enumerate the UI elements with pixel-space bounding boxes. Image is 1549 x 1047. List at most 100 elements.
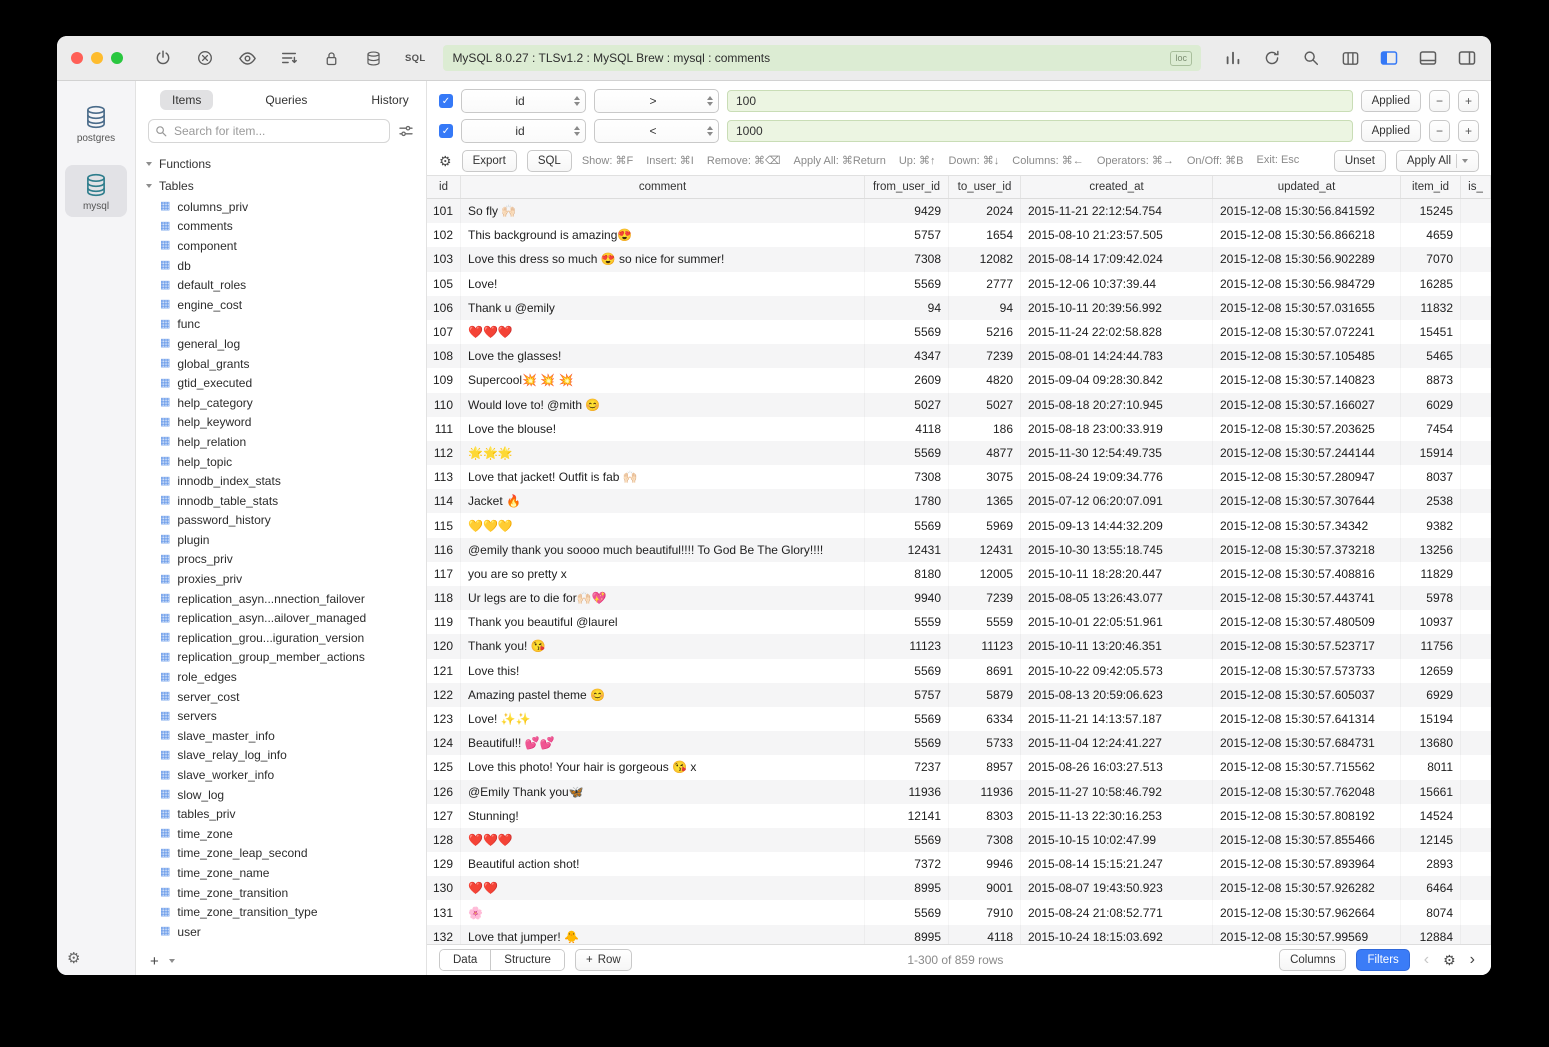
table-row[interactable]: 112🌟🌟🌟556948772015-11-30 12:54:49.735201… (427, 441, 1491, 465)
table-item[interactable]: ▦slave_worker_info (136, 765, 426, 785)
toggle-bottom-panel-icon[interactable] (1418, 48, 1438, 68)
zoom-button[interactable] (111, 52, 123, 64)
table-item[interactable]: ▦time_zone_leap_second (136, 844, 426, 864)
column-view-icon[interactable] (1340, 48, 1360, 68)
settings-gear-icon[interactable]: ⚙ (67, 949, 80, 967)
table-row[interactable]: 124Beautiful!! 💕💕556957332015-11-04 12:2… (427, 731, 1491, 755)
table-item[interactable]: ▦replication_grou...iguration_version (136, 628, 426, 648)
table-item[interactable]: ▦user (136, 922, 426, 942)
table-row[interactable]: 113Love that jacket! Outfit is fab 🙌🏻730… (427, 465, 1491, 489)
functions-section[interactable]: Functions (136, 153, 426, 175)
search-icon[interactable] (1301, 48, 1321, 68)
structure-view-button[interactable]: Structure (490, 950, 564, 970)
table-item[interactable]: ▦time_zone_name (136, 863, 426, 883)
table-item[interactable]: ▦gtid_executed (136, 373, 426, 393)
table-item[interactable]: ▦time_zone (136, 824, 426, 844)
table-row[interactable]: 117you are so pretty x8180120052015-10-1… (427, 562, 1491, 586)
connect-icon[interactable] (153, 48, 173, 68)
log-list-icon[interactable] (279, 48, 299, 68)
sql-preview-button[interactable]: SQL (527, 150, 572, 172)
table-row[interactable]: 105Love!556927772015-12-06 10:37:39.4420… (427, 272, 1491, 296)
sql-editor-icon[interactable]: SQL (405, 48, 425, 68)
table-row[interactable]: 131🌸556979102015-08-24 21:08:52.7712015-… (427, 900, 1491, 924)
add-item-button[interactable]: + (150, 954, 159, 969)
column-header-id[interactable]: id (427, 176, 461, 198)
filter-value-input[interactable] (727, 120, 1353, 142)
filter-applied-button[interactable]: Applied (1361, 90, 1421, 112)
table-row[interactable]: 107❤️❤️❤️556952162015-11-24 22:02:58.828… (427, 320, 1491, 344)
table-row[interactable]: 121Love this!556986912015-10-22 09:42:05… (427, 659, 1491, 683)
table-row[interactable]: 115💛💛💛556959692015-09-13 14:44:32.209201… (427, 513, 1491, 537)
table-item[interactable]: ▦servers (136, 706, 426, 726)
disconnect-icon[interactable] (195, 48, 215, 68)
table-item[interactable]: ▦help_relation (136, 432, 426, 452)
tables-section[interactable]: Tables (136, 175, 426, 197)
next-page-icon[interactable]: › (1466, 952, 1479, 968)
filter-operator-select[interactable]: < (594, 119, 719, 143)
table-item[interactable]: ▦func (136, 315, 426, 335)
filters-button[interactable]: Filters (1356, 949, 1409, 971)
table-item[interactable]: ▦server_cost (136, 687, 426, 707)
table-item[interactable]: ▦slow_log (136, 785, 426, 805)
export-button[interactable]: Export (462, 150, 517, 172)
table-row[interactable]: 116@emily thank you soooo much beautiful… (427, 538, 1491, 562)
toggle-right-sidebar-icon[interactable] (1457, 48, 1477, 68)
table-item[interactable]: ▦db (136, 256, 426, 276)
column-header-to_user_id[interactable]: to_user_id (949, 176, 1021, 198)
refresh-icon[interactable] (1262, 48, 1282, 68)
toggle-left-sidebar-icon[interactable] (1379, 48, 1399, 68)
filter-remove-button[interactable]: − (1429, 120, 1450, 142)
table-item[interactable]: ▦engine_cost (136, 295, 426, 315)
table-row[interactable]: 114Jacket 🔥178013652015-07-12 06:20:07.0… (427, 489, 1491, 513)
column-header-is_[interactable]: is_ (1461, 176, 1491, 198)
lock-icon[interactable] (321, 48, 341, 68)
table-row[interactable]: 102This background is amazing😍5757165420… (427, 223, 1491, 247)
filter-checkbox[interactable]: ✓ (439, 124, 453, 138)
table-row[interactable]: 122Amazing pastel theme 😊575758792015-08… (427, 683, 1491, 707)
table-item[interactable]: ▦general_log (136, 334, 426, 354)
filter-remove-button[interactable]: − (1429, 90, 1450, 112)
column-header-from_user_id[interactable]: from_user_id (865, 176, 949, 198)
table-row[interactable]: 127Stunning!1214183032015-11-13 22:30:16… (427, 804, 1491, 828)
add-row-button[interactable]: + Row (575, 949, 632, 971)
filter-add-button[interactable]: + (1458, 90, 1479, 112)
table-item[interactable]: ▦help_topic (136, 452, 426, 472)
chart-icon[interactable] (1223, 48, 1243, 68)
close-button[interactable] (71, 52, 83, 64)
filter-settings-icon[interactable]: ⚙ (439, 154, 452, 168)
filter-field-select[interactable]: id (461, 119, 586, 143)
table-row[interactable]: 120Thank you! 😘11123111232015-10-11 13:2… (427, 634, 1491, 658)
table-row[interactable]: 106Thank u @emily94942015-10-11 20:39:56… (427, 296, 1491, 320)
tab-queries[interactable]: Queries (253, 90, 319, 110)
unset-button[interactable]: Unset (1334, 150, 1386, 172)
table-item[interactable]: ▦component (136, 236, 426, 256)
table-row[interactable]: 128❤️❤️❤️556973082015-10-15 10:02:47.992… (427, 828, 1491, 852)
table-item[interactable]: ▦slave_master_info (136, 726, 426, 746)
table-item[interactable]: ▦global_grants (136, 354, 426, 374)
filter-field-select[interactable]: id (461, 89, 586, 113)
column-header-created_at[interactable]: created_at (1021, 176, 1213, 198)
table-item[interactable]: ▦comments (136, 217, 426, 237)
data-view-button[interactable]: Data (440, 950, 490, 970)
table-item[interactable]: ▦help_keyword (136, 413, 426, 433)
table-item[interactable]: ▦default_roles (136, 275, 426, 295)
table-item[interactable]: ▦time_zone_transition_type (136, 902, 426, 922)
table-row[interactable]: 111Love the blouse!41181862015-08-18 23:… (427, 417, 1491, 441)
filter-operator-select[interactable]: > (594, 89, 719, 113)
preview-eye-icon[interactable] (237, 48, 257, 68)
table-row[interactable]: 132Love that jumper! 🐥899541182015-10-24… (427, 925, 1491, 944)
table-item[interactable]: ▦innodb_index_stats (136, 471, 426, 491)
tab-items[interactable]: Items (160, 90, 213, 110)
table-item[interactable]: ▦replication_asyn...ailover_managed (136, 608, 426, 628)
table-row[interactable]: 118Ur legs are to die for🙌🏻💖994072392015… (427, 586, 1491, 610)
table-item[interactable]: ▦help_category (136, 393, 426, 413)
table-item[interactable]: ▦role_edges (136, 667, 426, 687)
table-item[interactable]: ▦procs_priv (136, 550, 426, 570)
table-item[interactable]: ▦plugin (136, 530, 426, 550)
filter-add-button[interactable]: + (1458, 120, 1479, 142)
table-row[interactable]: 103Love this dress so much 😍 so nice for… (427, 247, 1491, 271)
table-row[interactable]: 125Love this photo! Your hair is gorgeou… (427, 755, 1491, 779)
table-item[interactable]: ▦replication_group_member_actions (136, 648, 426, 668)
table-row[interactable]: 123Love! ✨✨556963342015-11-21 14:13:57.1… (427, 707, 1491, 731)
filter-tune-icon[interactable] (398, 123, 414, 139)
